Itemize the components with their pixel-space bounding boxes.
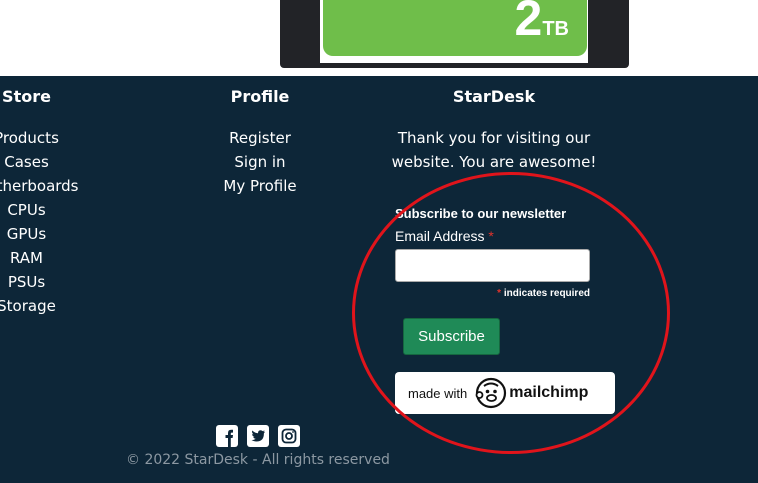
product-image-area: 2TB — [0, 0, 758, 76]
stardesk-heading: StarDesk — [452, 87, 536, 106]
footer-link-ram[interactable]: RAM — [0, 246, 93, 270]
copyright-text: © 2022 StarDesk - All rights reserved — [126, 452, 390, 468]
footer-link-sign-in[interactable]: Sign in — [195, 150, 325, 174]
drive-capacity: 2TB — [514, 0, 569, 46]
thank-you-text: Thank you for visiting our website. You … — [391, 129, 597, 171]
email-address-input[interactable] — [395, 249, 590, 282]
footer-link-cpus[interactable]: CPUs — [0, 198, 93, 222]
mailchimp-logo-icon — [475, 377, 507, 409]
footer-link-products[interactable]: Products — [0, 126, 93, 150]
mailchimp-wordmark: mailchimp — [509, 384, 589, 401]
store-links: Products Cases Motherboards CPUs GPUs RA… — [0, 126, 93, 318]
newsletter-title: Subscribe to our newsletter — [395, 206, 567, 221]
footer-link-gpus[interactable]: GPUs — [0, 222, 93, 246]
facebook-icon[interactable] — [216, 425, 238, 447]
twitter-icon[interactable] — [247, 425, 269, 447]
hard-drive-label: 2TB — [323, 0, 587, 56]
required-asterisk: * — [488, 228, 494, 244]
mailchimp-badge[interactable]: made with mailchimp — [395, 372, 615, 414]
footer-link-psus[interactable]: PSUs — [0, 270, 93, 294]
footer-link-motherboards[interactable]: Motherboards — [0, 174, 93, 198]
footer-link-cases[interactable]: Cases — [0, 150, 93, 174]
profile-links: Register Sign in My Profile — [195, 126, 325, 198]
subscribe-button[interactable]: Subscribe — [403, 318, 500, 355]
made-with-text: made with — [408, 385, 468, 401]
footer-link-register[interactable]: Register — [195, 126, 325, 150]
instagram-icon[interactable] — [278, 425, 300, 447]
social-links — [216, 425, 300, 447]
profile-heading: Profile — [230, 87, 290, 106]
email-address-label: Email Address * — [395, 228, 494, 244]
footer-link-storage[interactable]: Storage — [0, 294, 93, 318]
site-footer: Store Products Cases Motherboards CPUs G… — [0, 76, 758, 483]
footer-link-my-profile[interactable]: My Profile — [195, 174, 325, 198]
required-note: * indicates required — [497, 288, 590, 299]
store-heading: Store — [2, 87, 51, 106]
